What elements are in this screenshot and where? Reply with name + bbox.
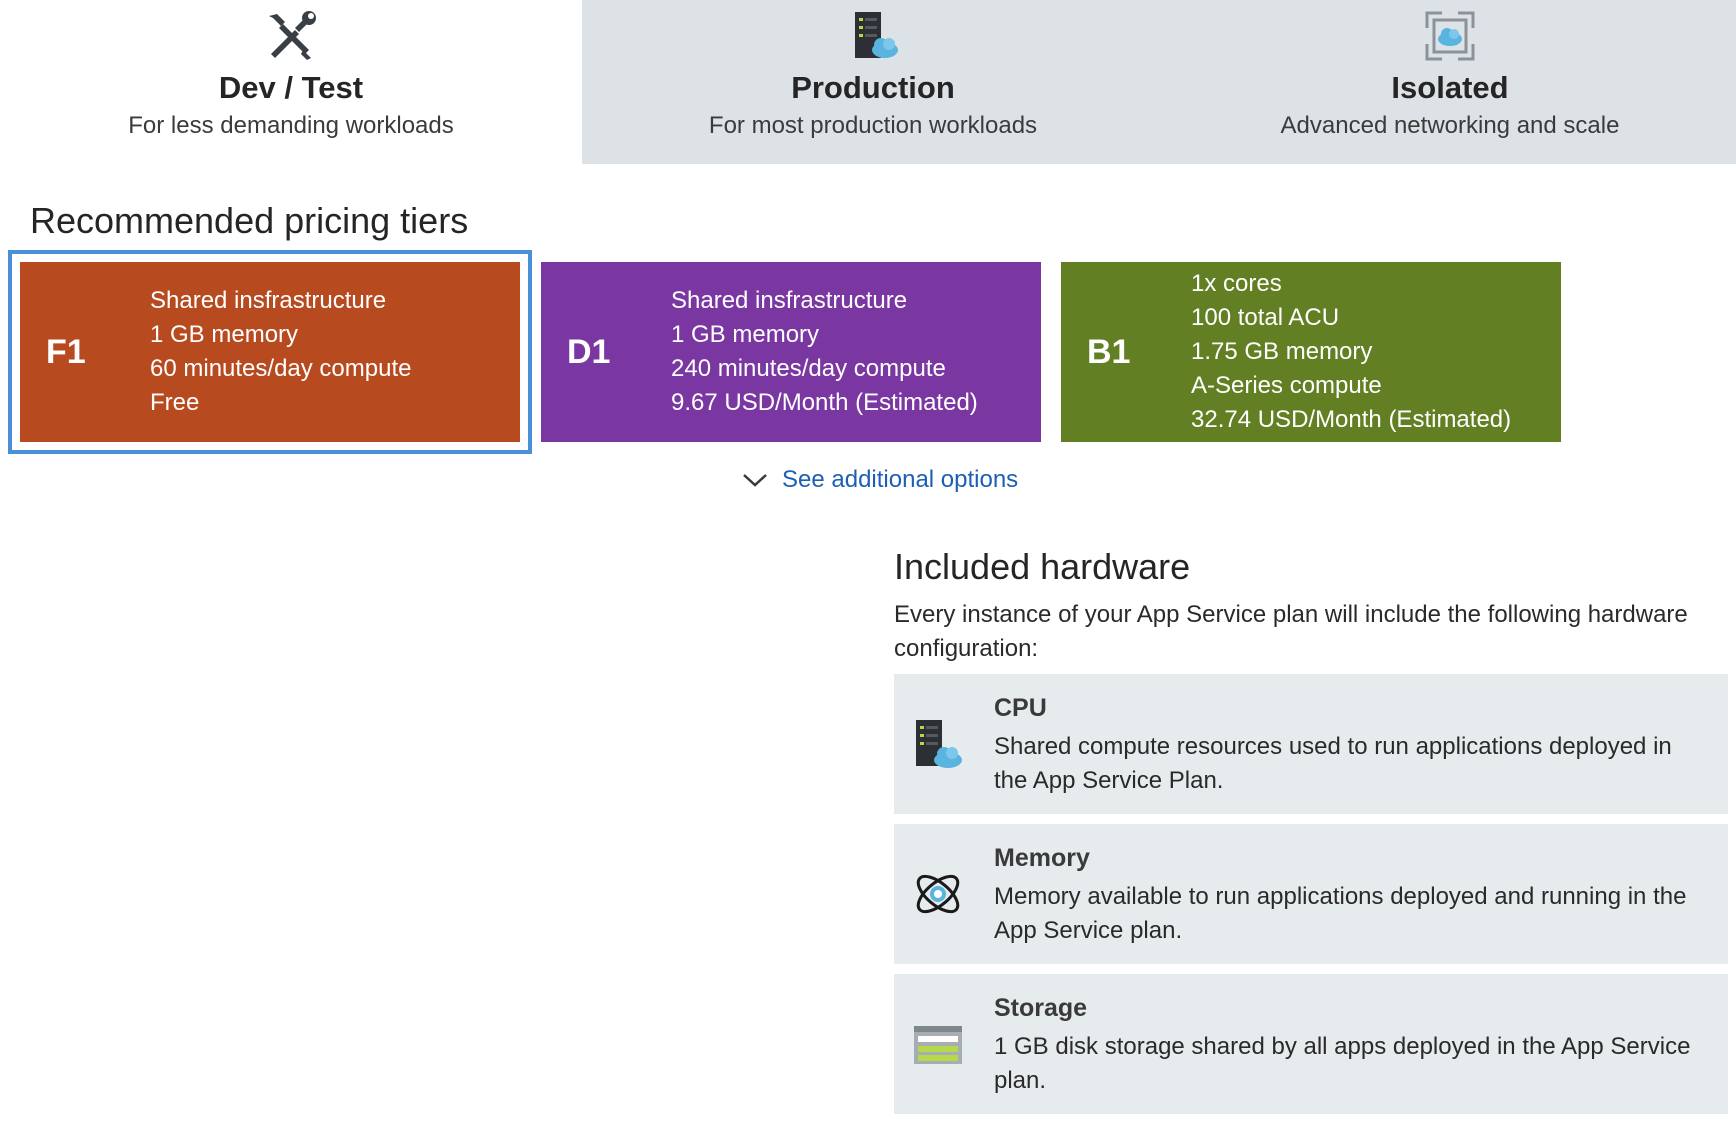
- tab-title: Isolated: [1391, 70, 1509, 105]
- tier-price: 9.67 USD/Month (Estimated): [671, 389, 978, 416]
- tier-feature: 1x cores: [1191, 270, 1282, 297]
- hardware-item-name: Memory: [994, 844, 1090, 872]
- tier-feature: 100 total ACU: [1191, 304, 1340, 331]
- included-hardware-description: Every instance of your App Service plan …: [894, 601, 1688, 662]
- tab-subtitle: For most production workloads: [708, 112, 1038, 139]
- tier-feature: 60 minutes/day compute: [150, 355, 412, 382]
- server-cloud-icon: [855, 12, 898, 58]
- tier-card-f1[interactable]: F1 Shared insfrastructure 1 GB memory 60…: [16, 258, 524, 446]
- tab-title: Dev / Test: [218, 70, 364, 105]
- tab-subtitle: For less demanding workloads: [128, 112, 454, 139]
- hardware-item-text: Memory available to run applications dep…: [994, 883, 1687, 944]
- hardware-item-name: Storage: [994, 994, 1088, 1022]
- tier-code: B1: [1087, 333, 1131, 371]
- tools-icon: [269, 11, 316, 60]
- isolated-network-icon: [1425, 11, 1475, 61]
- tier-code: F1: [46, 333, 86, 371]
- tab-subtitle: Advanced networking and scale: [1280, 112, 1620, 139]
- hardware-item-cpu: CPU Shared compute resources used to run…: [894, 674, 1728, 814]
- chevron-down-icon: [743, 474, 767, 487]
- tier-feature: Shared insfrastructure: [671, 287, 908, 314]
- tier-card-d1[interactable]: D1 Shared insfrastructure 1 GB memory 24…: [541, 262, 1041, 442]
- tier-feature: 1 GB memory: [150, 321, 299, 348]
- storage-icon: [914, 1026, 962, 1064]
- see-additional-options-link[interactable]: See additional options: [740, 462, 1018, 498]
- hardware-item-memory: Memory Memory available to run applicati…: [894, 824, 1728, 964]
- tier-feature: 1.75 GB memory: [1191, 338, 1373, 365]
- server-cloud-icon: [916, 720, 962, 768]
- hardware-item-text: Shared compute resources used to run app…: [994, 733, 1672, 794]
- memory-icon: [916, 874, 960, 914]
- tier-feature: 240 minutes/day compute: [671, 355, 946, 382]
- tab-isolated[interactable]: Isolated Advanced networking and scale: [1164, 0, 1736, 164]
- tier-code: D1: [567, 333, 611, 371]
- tab-production[interactable]: Production For most production workloads: [582, 0, 1164, 164]
- tier-feature: A-Series compute: [1191, 372, 1382, 399]
- tier-feature: Shared insfrastructure: [150, 287, 387, 314]
- tab-title: Production: [791, 70, 955, 105]
- included-hardware-title: Included hardware: [894, 546, 1191, 587]
- see-additional-options-label: See additional options: [782, 466, 1019, 493]
- tier-price: 32.74 USD/Month (Estimated): [1191, 406, 1512, 433]
- recommended-tiers-title: Recommended pricing tiers: [30, 200, 469, 241]
- hardware-item-storage: Storage 1 GB disk storage shared by all …: [894, 974, 1728, 1114]
- hardware-item-text: 1 GB disk storage shared by all apps dep…: [994, 1033, 1691, 1094]
- tier-category-tabs: Dev / Test For less demanding workloads …: [0, 0, 1736, 164]
- tier-price: Free: [150, 389, 200, 416]
- hardware-item-name: CPU: [994, 694, 1047, 722]
- tier-card-b1[interactable]: B1 1x cores 100 total ACU 1.75 GB memory…: [1061, 262, 1561, 442]
- tier-feature: 1 GB memory: [671, 321, 820, 348]
- tab-dev-test[interactable]: Dev / Test For less demanding workloads: [0, 0, 582, 164]
